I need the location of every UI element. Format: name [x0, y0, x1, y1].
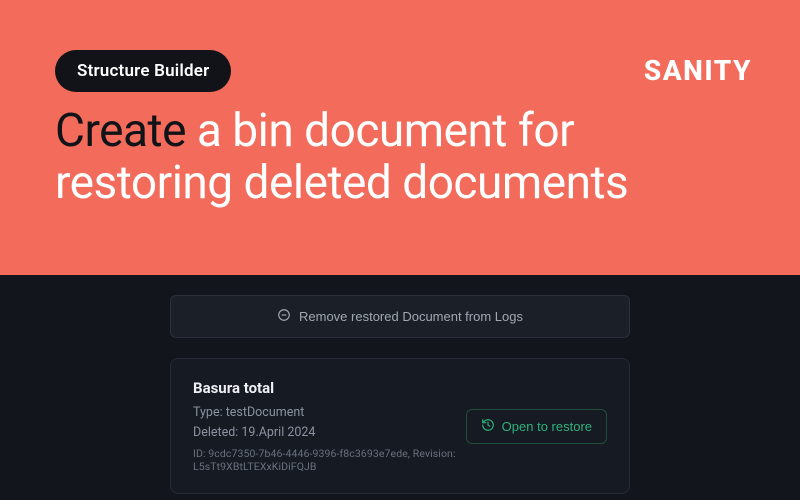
remove-restored-label: Remove restored Document from Logs	[299, 309, 523, 324]
deleted-document-card: Basura total Type: testDocument Deleted:…	[170, 358, 630, 494]
minus-circle-icon	[277, 308, 291, 325]
title-accent: Create	[55, 104, 186, 158]
category-pill: Structure Builder	[55, 50, 231, 92]
restore-label: Open to restore	[502, 419, 592, 434]
document-id-revision: ID: 9cdc7350-7b46-4446-9396-f8c3693e7ede…	[193, 447, 466, 473]
document-type: Type: testDocument	[193, 403, 466, 423]
page-title: Create a bin document for restoring dele…	[55, 106, 745, 209]
document-title: Basura total	[193, 379, 466, 397]
open-to-restore-button[interactable]: Open to restore	[466, 409, 607, 444]
document-deleted-date: Deleted: 19.April 2024	[193, 423, 466, 443]
brand-logo: SANITY	[644, 54, 752, 87]
history-icon	[481, 418, 495, 435]
hero-banner: Structure Builder Create a bin document …	[0, 0, 800, 275]
remove-restored-button[interactable]: Remove restored Document from Logs	[170, 295, 630, 338]
